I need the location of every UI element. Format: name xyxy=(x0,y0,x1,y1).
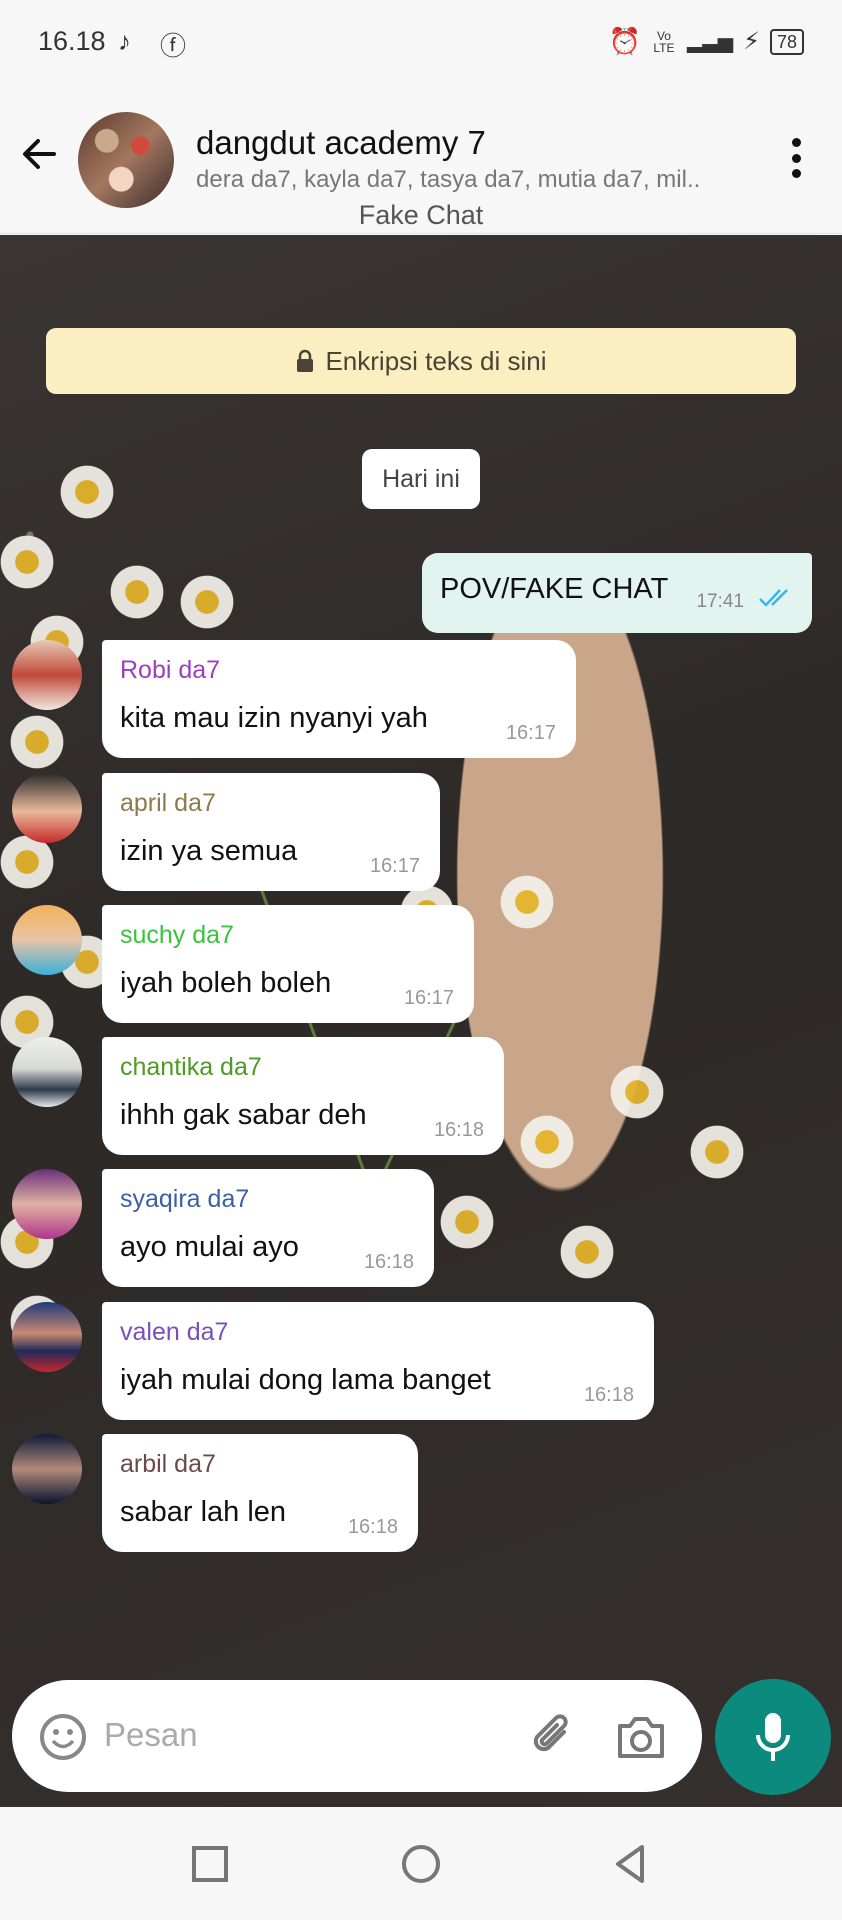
group-name[interactable]: dangdut academy 7 xyxy=(196,124,486,162)
recent-apps-icon[interactable] xyxy=(188,1842,232,1886)
flower xyxy=(560,1225,614,1279)
flower xyxy=(690,1125,744,1179)
sender-name[interactable]: Robi da7 xyxy=(120,656,220,685)
avatar[interactable] xyxy=(12,1302,82,1372)
home-icon[interactable] xyxy=(399,1842,443,1886)
message-text: sabar lah len xyxy=(120,1496,287,1528)
flower xyxy=(0,535,54,589)
alarm-icon: ⏰ xyxy=(608,26,641,56)
message-input-bar[interactable]: Pesan xyxy=(12,1680,702,1792)
flower xyxy=(110,565,164,619)
back-arrow-icon[interactable] xyxy=(18,132,62,176)
message-text: iyah boleh boleh xyxy=(120,967,332,999)
lock-icon xyxy=(297,349,314,372)
facebook-icon: ⓕ xyxy=(160,31,187,61)
sender-name[interactable]: valen da7 xyxy=(120,1318,228,1347)
group-members[interactable]: dera da7, kayla da7, tasya da7, mutia da… xyxy=(196,166,700,194)
message-text: ihhh gak sabar deh xyxy=(120,1099,367,1131)
status-icons: ⏰ Vo LTE ▂▃▅ ⚡ 78 xyxy=(609,26,804,57)
message-time: 16:18 xyxy=(583,1384,634,1406)
sender-name[interactable]: arbil da7 xyxy=(120,1450,216,1479)
message-text: kita mau izin nyanyi yah xyxy=(120,702,428,734)
message-text: ayo mulai ayo xyxy=(120,1231,299,1263)
group-avatar[interactable] xyxy=(78,112,174,208)
message-time: 17:41 xyxy=(696,591,744,612)
avatar[interactable] xyxy=(12,905,82,975)
sender-name[interactable]: april da7 xyxy=(120,789,216,818)
message-time: 16:17 xyxy=(369,855,420,877)
avatar[interactable] xyxy=(12,773,82,843)
outgoing-message[interactable]: POV/FAKE CHAT 17:41 xyxy=(422,553,812,633)
avatar[interactable] xyxy=(12,1434,82,1504)
date-divider: Hari ini xyxy=(362,449,480,509)
camera-icon[interactable] xyxy=(614,1712,668,1762)
battery-indicator: 78 xyxy=(769,28,804,55)
message-bubble[interactable]: Robi da7 kita mau izin nyanyi yah 16:17 xyxy=(102,640,576,758)
avatar[interactable] xyxy=(12,1169,82,1239)
flower xyxy=(520,1115,574,1169)
avatar[interactable] xyxy=(12,640,82,710)
flower xyxy=(440,1195,494,1249)
attach-icon[interactable] xyxy=(526,1710,580,1764)
sender-name[interactable]: chantika da7 xyxy=(120,1053,262,1082)
message-bubble[interactable]: arbil da7 sabar lah len 16:18 xyxy=(102,1434,418,1552)
message-text: izin ya semua xyxy=(120,835,298,867)
chat-header: dangdut academy 7 dera da7, kayla da7, t… xyxy=(0,86,842,234)
message-time: 16:18 xyxy=(347,1516,398,1538)
flower xyxy=(60,465,114,519)
more-options-icon[interactable] xyxy=(790,138,802,178)
message-bubble[interactable]: syaqira da7 ayo mulai ayo 16:18 xyxy=(102,1169,434,1287)
tiktok-icon: ♪ xyxy=(118,26,131,56)
message-time: 16:17 xyxy=(505,722,556,744)
message-bubble[interactable]: april da7 izin ya semua 16:17 xyxy=(102,773,440,891)
message-time: 16:18 xyxy=(363,1251,414,1273)
status-bar: 16.18 ♪ ⓕ ⏰ Vo LTE ▂▃▅ ⚡ 78 xyxy=(0,0,842,86)
back-nav-icon[interactable] xyxy=(608,1842,652,1886)
sender-name[interactable]: suchy da7 xyxy=(120,921,234,950)
status-time: 16.18 xyxy=(38,26,106,56)
flower xyxy=(10,715,64,769)
microphone-icon xyxy=(756,1713,790,1761)
microphone-button[interactable] xyxy=(715,1679,831,1795)
avatar[interactable] xyxy=(12,1037,82,1107)
signal-icon: ▂▃▅ xyxy=(686,31,734,53)
message-text: iyah mulai dong lama banget xyxy=(120,1364,491,1396)
message-bubble[interactable]: chantika da7 ihhh gak sabar deh 16:18 xyxy=(102,1037,504,1155)
system-nav-bar xyxy=(0,1808,842,1920)
message-text: POV/FAKE CHAT xyxy=(440,573,669,605)
fake-chat-label: Fake Chat xyxy=(358,200,484,230)
chat-area[interactable]: Enkripsi teks di sini Hari ini POV/FAKE … xyxy=(0,235,842,1807)
encryption-text: Enkripsi teks di sini xyxy=(325,345,547,376)
flower xyxy=(180,575,234,629)
flower xyxy=(0,835,54,889)
encryption-notice[interactable]: Enkripsi teks di sini xyxy=(46,328,796,394)
read-receipt-icon xyxy=(759,589,788,607)
message-time: 16:17 xyxy=(403,987,454,1009)
message-bubble[interactable]: suchy da7 iyah boleh boleh 16:17 xyxy=(102,905,474,1023)
message-time: 16:18 xyxy=(433,1119,484,1141)
flower xyxy=(610,1065,664,1119)
flower xyxy=(500,875,554,929)
sender-name[interactable]: syaqira da7 xyxy=(120,1185,249,1214)
volte-icon: Vo LTE xyxy=(653,28,675,55)
charging-icon: ⚡ xyxy=(743,28,760,55)
emoji-icon[interactable] xyxy=(38,1712,88,1762)
message-bubble[interactable]: valen da7 iyah mulai dong lama banget 16… xyxy=(102,1302,654,1420)
message-input[interactable]: Pesan xyxy=(104,1716,198,1754)
